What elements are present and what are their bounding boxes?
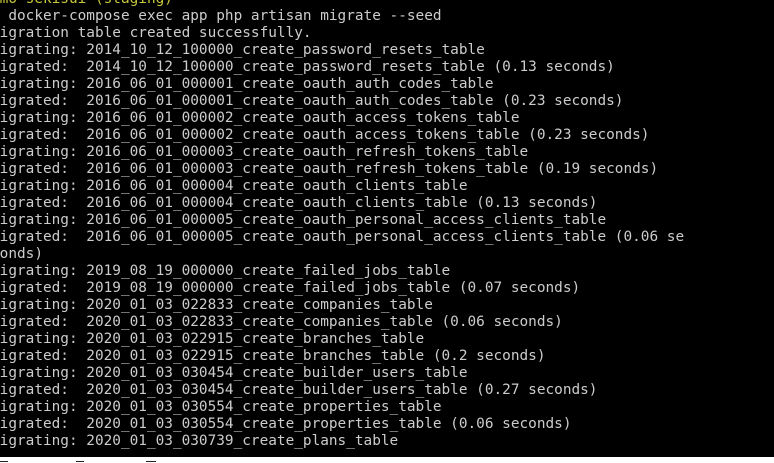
terminal-line-text: Migrating: 2020_01_03_030454_create_buil… — [0, 365, 468, 381]
terminal-output-line: Migrating: 2016_06_01_000001_create_oaut… — [0, 76, 774, 93]
terminal-line-text: Migrating: 2016_06_01_000005_create_oaut… — [0, 212, 607, 228]
terminal-line-text: Migration table created successfully. — [0, 25, 312, 41]
terminal-command-line: $ docker-compose exec app php artisan mi… — [0, 8, 774, 25]
terminal-output-line: Migrated: 2016_06_01_000004_create_oauth… — [0, 195, 774, 212]
terminal-output-line: Migrating: 2020_01_03_030739_create_plan… — [0, 433, 774, 450]
terminal-output-line: Migrated: 2020_01_03_022915_create_branc… — [0, 348, 774, 365]
terminal-output-line: Migrating: 2016_06_01_000002_create_oaut… — [0, 110, 774, 127]
terminal-line-text: Migrated: 2020_01_03_022833_create_compa… — [0, 314, 563, 330]
terminal-line-text: Migrated: 2016_06_01_000003_create_oauth… — [0, 161, 659, 177]
terminal-output-line: Migrated: 2020_01_03_022833_create_compa… — [0, 314, 774, 331]
terminal-line-text: conds) — [0, 246, 43, 262]
terminal-output-line: Migrated: 2020_01_03_030554_create_prope… — [0, 416, 774, 433]
terminal-line-text: Migrated: 2016_06_01_000004_create_oauth… — [0, 195, 598, 211]
terminal-output-line: Migrated: 2016_06_01_000002_create_oauth… — [0, 127, 774, 144]
terminal-line-text: Migrating: 2016_06_01_000002_create_oaut… — [0, 110, 520, 126]
terminal-line-text: emo-sekisui (staging) — [0, 0, 173, 8]
terminal-line-text: Migrated: 2020_01_03_030554_create_prope… — [0, 416, 572, 432]
terminal-line-text: Migrating: 2020_01_03_022915_create_bran… — [0, 331, 425, 347]
terminal-output-line: Migrated: 2014_10_12_100000_create_passw… — [0, 59, 774, 76]
terminal-output: emo-sekisui (staging)$ docker-compose ex… — [0, 0, 774, 450]
terminal-line-text: Migrating: 2020_01_03_022833_create_comp… — [0, 297, 433, 313]
terminal-output-line: Migrating: 2020_01_03_022915_create_bran… — [0, 331, 774, 348]
terminal-output-line: Migration table created successfully. — [0, 25, 774, 42]
status-mark — [76, 461, 84, 462]
terminal-output-line: Migrating: 2016_06_01_000003_create_oaut… — [0, 144, 774, 161]
terminal-output-line: Migrating: 2016_06_01_000004_create_oaut… — [0, 178, 774, 195]
terminal-line-text: Migrating: 2014_10_12_100000_create_pass… — [0, 42, 485, 58]
terminal-line-text: Migrated: 2020_01_03_030454_create_build… — [0, 382, 598, 398]
status-mark — [146, 461, 156, 462]
terminal-output-line: Migrated: 2020_01_03_030454_create_build… — [0, 382, 774, 399]
terminal-line-text: Migrating: 2020_01_03_030554_create_prop… — [0, 399, 442, 415]
terminal-window[interactable]: emo-sekisui (staging)$ docker-compose ex… — [0, 0, 774, 457]
terminal-output-line: conds) — [0, 246, 774, 263]
terminal-line-text: Migrated: 2014_10_12_100000_create_passw… — [0, 59, 615, 75]
terminal-line-text: Migrated: 2020_01_03_022915_create_branc… — [0, 348, 546, 364]
terminal-line-text: Migrating: 2019_08_19_000000_create_fail… — [0, 263, 451, 279]
terminal-output-line: Migrating: 2014_10_12_100000_create_pass… — [0, 42, 774, 59]
terminal-output-line: Migrated: 2019_08_19_000000_create_faile… — [0, 280, 774, 297]
terminal-line-text: Migrated: 2019_08_19_000000_create_faile… — [0, 280, 581, 296]
terminal-line-text: Migrated: 2016_06_01_000002_create_oauth… — [0, 127, 650, 143]
command-text: $ docker-compose exec app php artisan mi… — [0, 8, 442, 24]
terminal-output-line: Migrating: 2016_06_01_000005_create_oaut… — [0, 212, 774, 229]
status-bar — [0, 457, 774, 463]
terminal-line-text: Migrating: 2020_01_03_030739_create_plan… — [0, 433, 399, 449]
status-mark — [0, 461, 8, 462]
terminal-output-line: Migrated: 2016_06_01_000003_create_oauth… — [0, 161, 774, 178]
terminal-output-line: Migrating: 2020_01_03_022833_create_comp… — [0, 297, 774, 314]
terminal-line-text: Migrating: 2016_06_01_000001_create_oaut… — [0, 76, 494, 92]
terminal-output-line: Migrated: 2016_06_01_000005_create_oauth… — [0, 229, 774, 246]
terminal-output-line: Migrating: 2019_08_19_000000_create_fail… — [0, 263, 774, 280]
terminal-output-line: Migrating: 2020_01_03_030454_create_buil… — [0, 365, 774, 382]
terminal-output-line: Migrating: 2020_01_03_030554_create_prop… — [0, 399, 774, 416]
terminal-line-text: Migrating: 2016_06_01_000004_create_oaut… — [0, 178, 468, 194]
terminal-line-text: Migrating: 2016_06_01_000003_create_oaut… — [0, 144, 529, 160]
terminal-prompt-context: emo-sekisui (staging) — [0, 0, 774, 8]
terminal-line-text: Migrated: 2016_06_01_000005_create_oauth… — [0, 229, 685, 245]
terminal-line-text: Migrated: 2016_06_01_000001_create_oauth… — [0, 93, 624, 109]
terminal-output-line: Migrated: 2016_06_01_000001_create_oauth… — [0, 93, 774, 110]
